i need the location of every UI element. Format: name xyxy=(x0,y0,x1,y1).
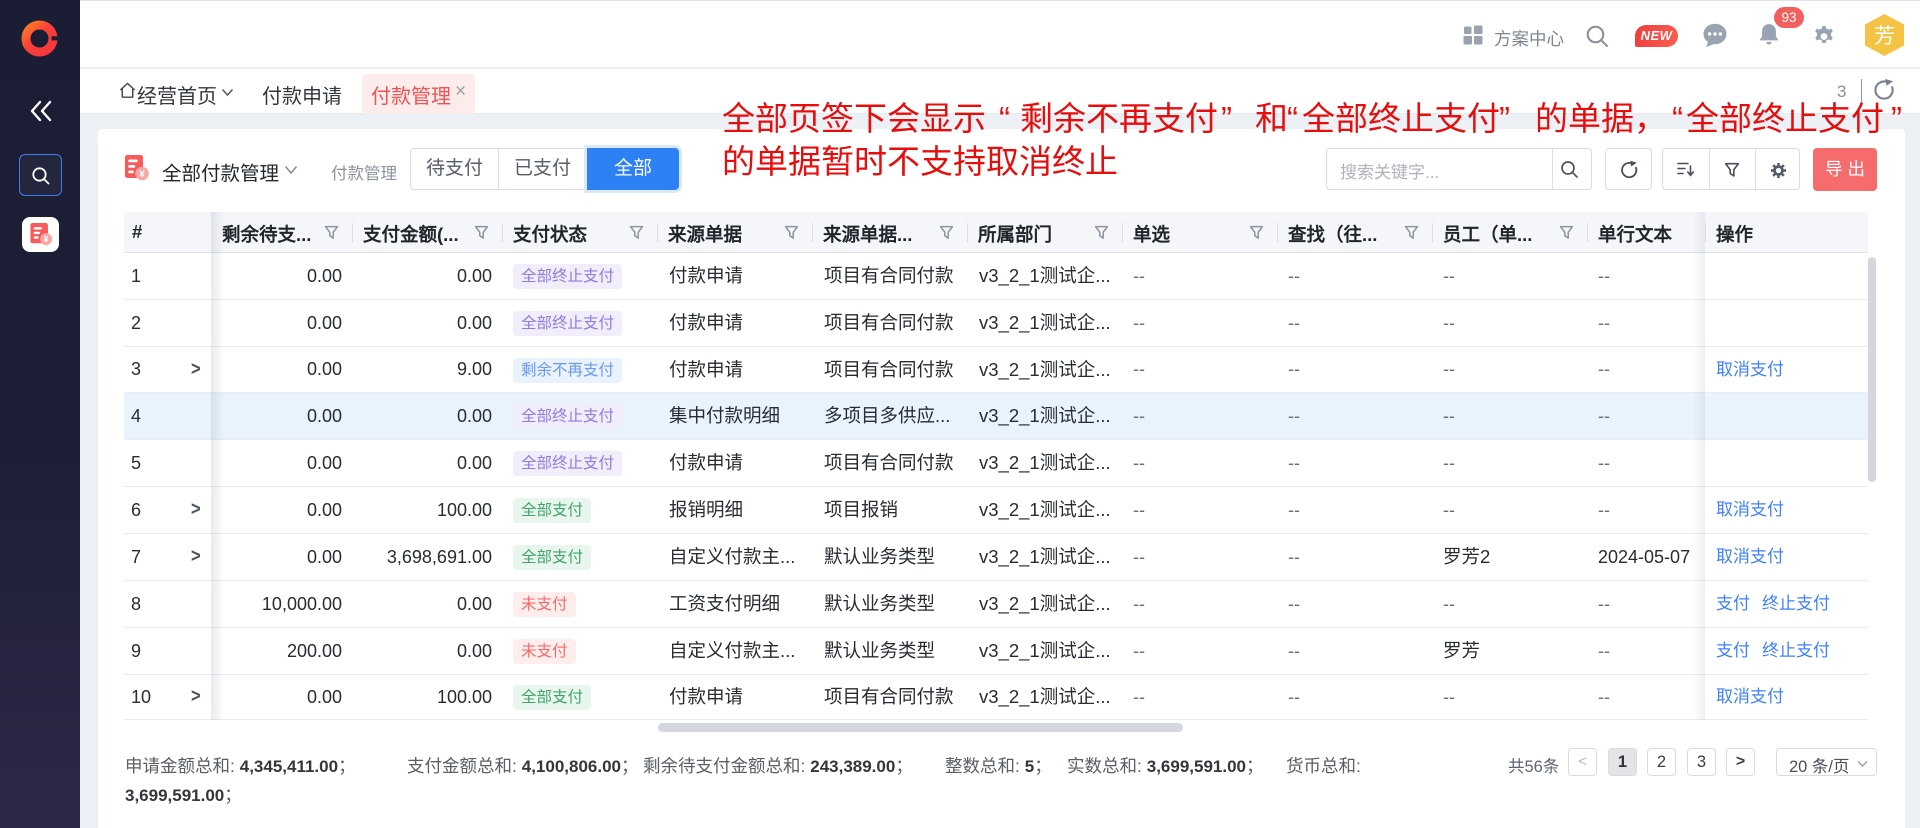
svg-text:¥: ¥ xyxy=(139,169,145,180)
svg-text:芳: 芳 xyxy=(1874,25,1895,48)
svg-text:¥: ¥ xyxy=(44,234,49,244)
